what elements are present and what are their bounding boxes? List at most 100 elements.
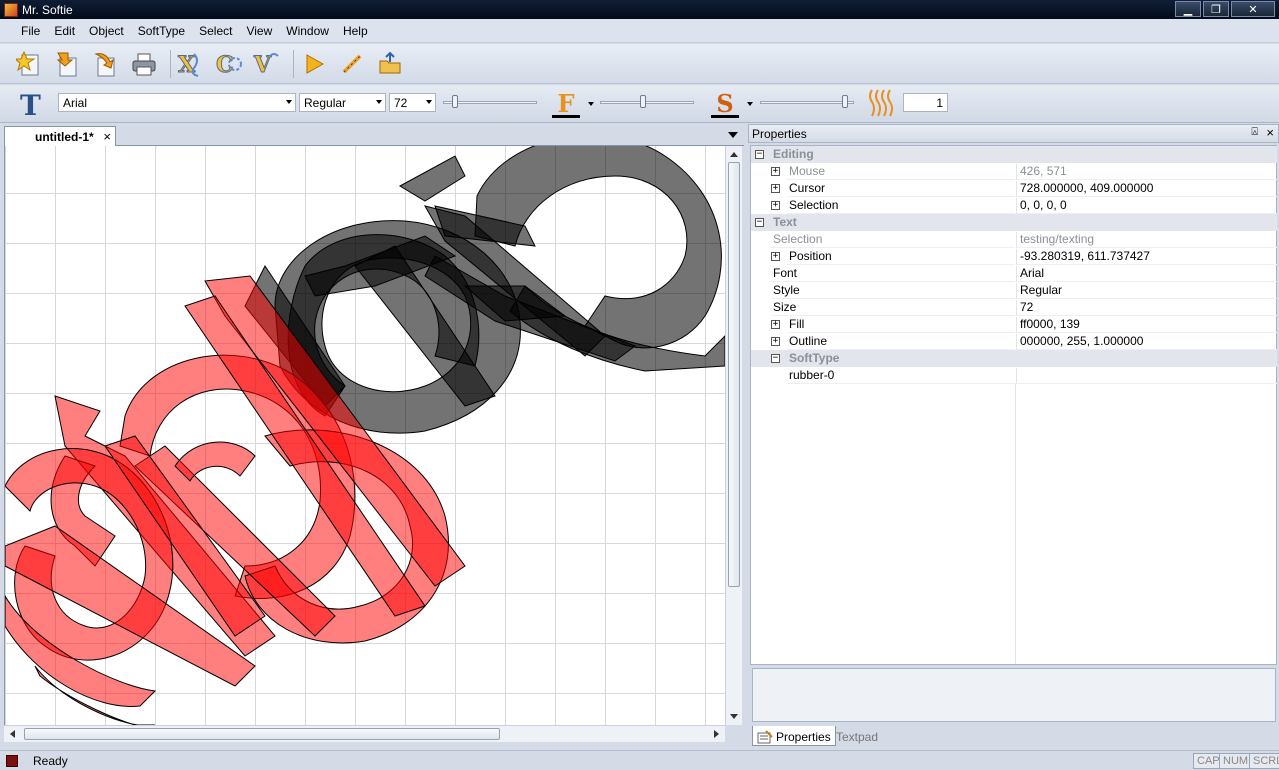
count-input[interactable]: 1 bbox=[903, 93, 948, 112]
property-value[interactable]: 426, 571 bbox=[1016, 164, 1277, 180]
drawing-canvas[interactable] bbox=[4, 146, 725, 725]
style-select[interactable]: Regular bbox=[299, 93, 386, 112]
property-row[interactable]: Font Arial bbox=[751, 265, 1277, 282]
size-select[interactable]: 72 bbox=[389, 93, 436, 112]
scroll-right-icon[interactable] bbox=[714, 730, 719, 738]
outline-color-button[interactable]: S bbox=[709, 88, 741, 118]
expand-icon[interactable]: + bbox=[771, 252, 780, 261]
property-name: Size bbox=[771, 300, 1015, 316]
property-name: Mouse bbox=[787, 164, 1015, 180]
text-tool-button[interactable]: T bbox=[16, 89, 46, 122]
save-button[interactable] bbox=[90, 48, 122, 80]
property-value[interactable]: -93.280319, 611.737427 bbox=[1016, 249, 1277, 265]
property-value[interactable]: Arial bbox=[1016, 266, 1277, 282]
font-select-value: Arial bbox=[63, 96, 88, 110]
chevron-down-icon bbox=[286, 100, 292, 104]
vertical-scrollbar[interactable] bbox=[725, 146, 742, 725]
slider-track bbox=[760, 101, 854, 104]
close-icon[interactable]: × bbox=[1266, 125, 1274, 140]
slider-thumb[interactable] bbox=[452, 95, 458, 108]
property-value[interactable]: 0, 0, 0, 0 bbox=[1016, 198, 1277, 214]
scroll-down-icon[interactable] bbox=[730, 714, 738, 719]
effect-v-button[interactable]: V bbox=[251, 48, 283, 80]
scroll-up-icon[interactable] bbox=[730, 152, 738, 157]
property-row[interactable]: rubber-0 bbox=[751, 367, 1277, 384]
export-button[interactable] bbox=[374, 48, 406, 80]
restore-button[interactable]: ❐ bbox=[1203, 1, 1229, 17]
collapse-icon[interactable]: − bbox=[755, 218, 764, 227]
collapse-icon[interactable]: − bbox=[771, 354, 780, 363]
expand-icon[interactable]: + bbox=[771, 184, 780, 193]
outline-slider[interactable] bbox=[760, 95, 854, 109]
property-value[interactable]: 000000, 255, 1.000000 bbox=[1016, 334, 1277, 350]
property-row[interactable]: + Cursor 728.000000, 409.000000 bbox=[751, 180, 1277, 197]
property-value[interactable] bbox=[1016, 368, 1277, 384]
num-indicator: NUM bbox=[1219, 753, 1253, 769]
property-row[interactable]: + Position -93.280319, 611.737427 bbox=[751, 248, 1277, 265]
font-select[interactable]: Arial bbox=[58, 93, 296, 112]
property-value[interactable]: Regular bbox=[1016, 283, 1277, 299]
menu-view[interactable]: View bbox=[239, 24, 279, 38]
pencil-tool-button[interactable] bbox=[336, 48, 368, 80]
menu-softtype[interactable]: SoftType bbox=[131, 24, 192, 38]
outline-dropdown-arrow[interactable] bbox=[747, 102, 753, 106]
property-category[interactable]: − Text bbox=[751, 214, 1277, 231]
expand-icon[interactable]: + bbox=[771, 167, 780, 176]
property-value[interactable]: testing/texting bbox=[1016, 232, 1277, 248]
close-icon[interactable]: × bbox=[103, 129, 111, 144]
tab-untitled-1[interactable]: untitled-1* × bbox=[4, 126, 116, 146]
open-button[interactable] bbox=[52, 48, 84, 80]
size-slider[interactable] bbox=[443, 95, 537, 109]
pin-icon[interactable]: ⍓ bbox=[1251, 126, 1258, 139]
property-row[interactable]: + Selection 0, 0, 0, 0 bbox=[751, 197, 1277, 214]
menu-file[interactable]: File bbox=[14, 24, 47, 38]
property-value[interactable]: ff0000, 139 bbox=[1016, 317, 1277, 333]
close-button[interactable]: ✕ bbox=[1231, 1, 1275, 17]
print-button[interactable] bbox=[128, 48, 160, 80]
collapse-icon[interactable]: − bbox=[755, 150, 764, 159]
toolbar-separator bbox=[293, 49, 294, 78]
wave-effect-button[interactable] bbox=[866, 88, 898, 118]
property-row[interactable]: + Outline 000000, 255, 1.000000 bbox=[751, 333, 1277, 350]
minimize-button[interactable]: ▁ bbox=[1175, 1, 1201, 17]
play-button[interactable] bbox=[298, 48, 330, 80]
fill-color-button[interactable]: F bbox=[550, 88, 582, 118]
new-document-button[interactable] bbox=[14, 48, 46, 80]
status-text: Ready bbox=[33, 754, 68, 768]
effect-c-button[interactable]: C bbox=[213, 48, 245, 80]
scroll-thumb[interactable] bbox=[24, 728, 500, 740]
slider-thumb[interactable] bbox=[842, 95, 848, 108]
fill-opacity-slider[interactable] bbox=[600, 95, 694, 109]
fill-dropdown-arrow[interactable] bbox=[588, 102, 594, 106]
property-row[interactable]: + Fill ff0000, 139 bbox=[751, 316, 1277, 333]
toolbar-separator bbox=[170, 49, 171, 78]
tab-properties[interactable]: Properties bbox=[752, 726, 836, 746]
tabs-dropdown-icon[interactable] bbox=[728, 132, 738, 138]
menu-help[interactable]: Help bbox=[336, 24, 375, 38]
menu-select[interactable]: Select bbox=[192, 24, 239, 38]
grid-divider bbox=[1015, 384, 1016, 664]
menu-window[interactable]: Window bbox=[279, 24, 336, 38]
scroll-thumb[interactable] bbox=[728, 162, 740, 587]
scroll-left-icon[interactable] bbox=[10, 730, 15, 738]
property-row[interactable]: Selection testing/texting bbox=[751, 231, 1277, 248]
property-value[interactable]: 728.000000, 409.000000 bbox=[1016, 181, 1277, 197]
property-name: SoftType bbox=[789, 351, 840, 365]
horizontal-scrollbar[interactable] bbox=[4, 725, 725, 742]
pencil-icon bbox=[342, 54, 362, 73]
slider-thumb[interactable] bbox=[640, 95, 646, 108]
property-category[interactable]: − Editing bbox=[751, 146, 1277, 163]
menu-object[interactable]: Object bbox=[82, 24, 131, 38]
property-row[interactable]: + Mouse 426, 571 bbox=[751, 163, 1277, 180]
effect-x-button[interactable]: X bbox=[175, 48, 207, 80]
expand-icon[interactable]: + bbox=[771, 320, 780, 329]
tab-textpad[interactable]: Textpad bbox=[832, 726, 882, 746]
property-row[interactable]: Size 72 bbox=[751, 299, 1277, 316]
expand-icon[interactable]: + bbox=[771, 337, 780, 346]
property-value[interactable]: 72 bbox=[1016, 300, 1277, 316]
property-row[interactable]: Style Regular bbox=[751, 282, 1277, 299]
property-category[interactable]: − SoftType bbox=[751, 350, 1277, 367]
status-color-icon bbox=[6, 755, 18, 767]
menu-edit[interactable]: Edit bbox=[47, 24, 82, 38]
expand-icon[interactable]: + bbox=[771, 201, 780, 210]
